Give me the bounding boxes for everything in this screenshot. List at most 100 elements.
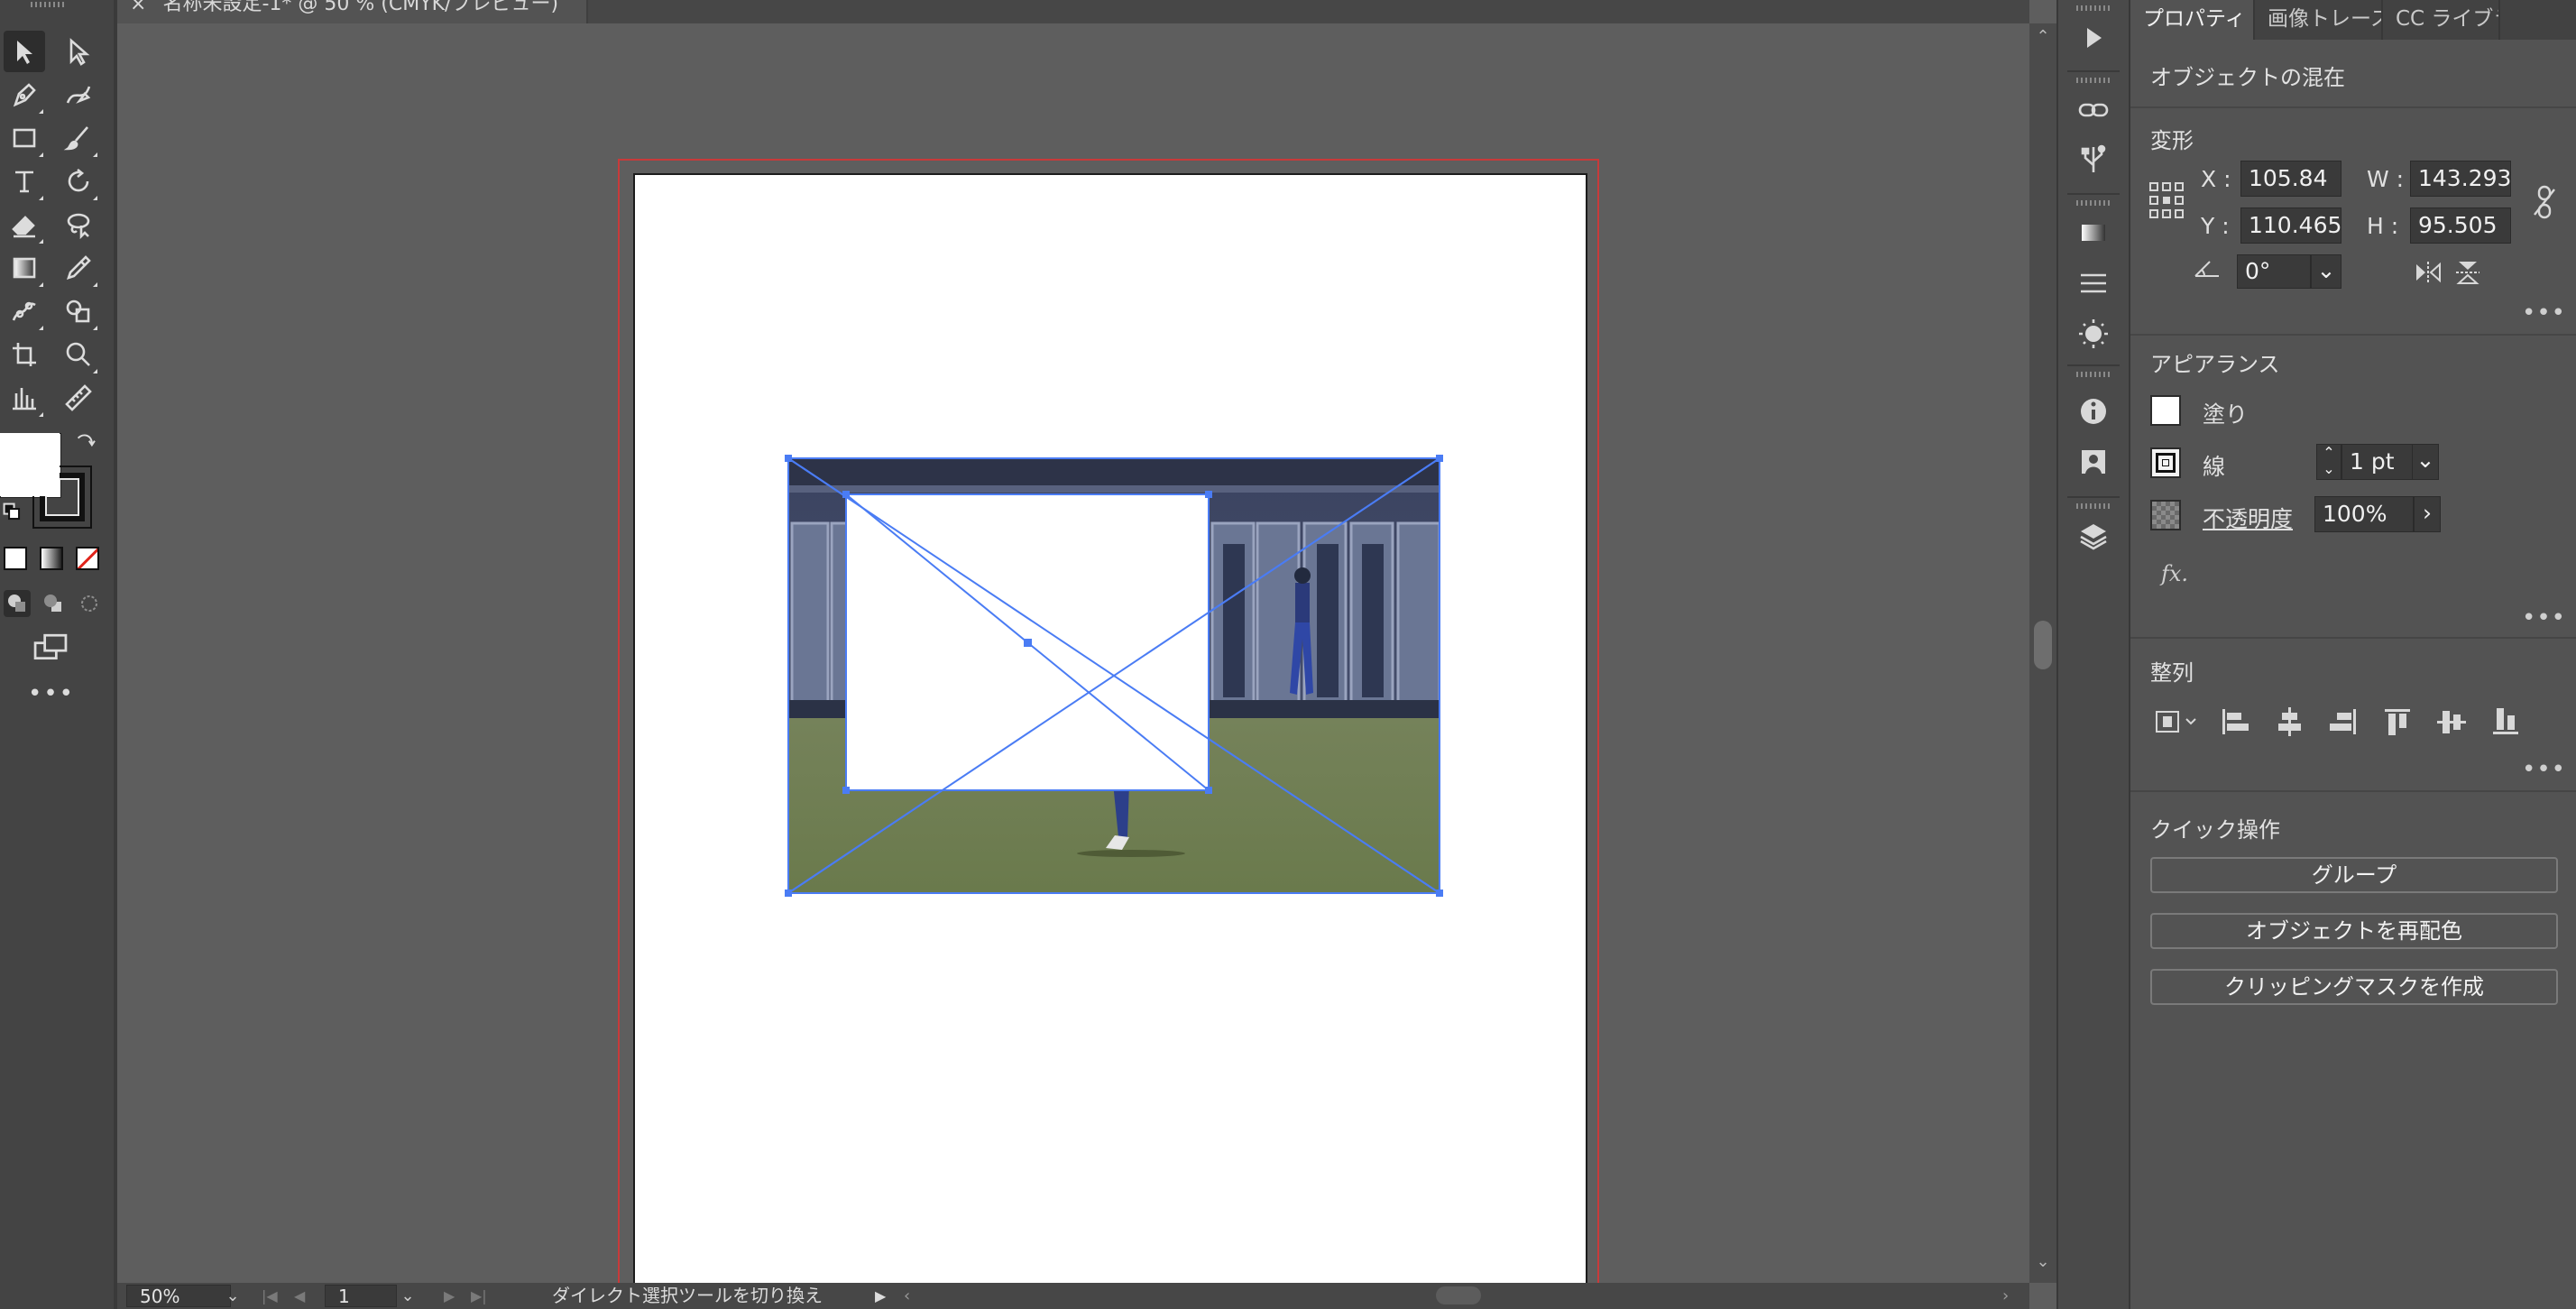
recolor-artwork-button[interactable]: オブジェクトを再配色 <box>2150 913 2558 949</box>
y-input[interactable]: 110.465 <box>2240 207 2341 244</box>
pen-tool-icon[interactable] <box>4 74 45 115</box>
rectangle-tool-icon[interactable] <box>4 117 45 159</box>
align-left-icon[interactable] <box>2219 705 2251 738</box>
make-clipping-mask-button[interactable]: クリッピングマスクを作成 <box>2150 969 2558 1005</box>
direct-selection-tool-icon[interactable] <box>58 31 99 72</box>
status-menu-icon[interactable]: ▶ <box>875 1283 886 1309</box>
graph-tool-icon[interactable] <box>4 377 45 419</box>
angle-input[interactable]: 0° <box>2237 254 2311 289</box>
tab-image-trace[interactable]: 画像トレース <box>2255 0 2383 40</box>
transform-more-icon[interactable]: ••• <box>2522 300 2566 327</box>
draw-inside-icon[interactable] <box>76 590 103 617</box>
h-input[interactable]: 95.505 <box>2410 207 2511 244</box>
flip-horizontal-icon[interactable] <box>2414 260 2443 285</box>
selection-tool-icon[interactable] <box>4 31 45 72</box>
paintbrush-tool-icon[interactable] <box>58 117 99 159</box>
close-document-icon[interactable]: × <box>130 0 146 15</box>
vertical-scroll-thumb[interactable] <box>2034 621 2052 669</box>
none-mode-button[interactable] <box>76 547 99 570</box>
stroke-label[interactable]: 線 <box>2203 449 2225 482</box>
scroll-down-icon[interactable]: ⌄ <box>2029 1252 2056 1271</box>
last-artboard-icon[interactable]: ▶| <box>471 1283 487 1309</box>
scroll-up-icon[interactable]: ⌃ <box>2029 27 2056 46</box>
draw-behind-icon[interactable] <box>40 590 67 617</box>
layers-icon[interactable] <box>2074 516 2113 556</box>
screen-mode-icon[interactable] <box>27 628 74 668</box>
group-button[interactable]: グループ <box>2150 857 2558 893</box>
rotate-tool-icon[interactable] <box>58 161 99 202</box>
w-input[interactable]: 143.293 <box>2410 161 2511 197</box>
stroke-weight-dropdown-icon[interactable]: ⌄ <box>2412 444 2439 480</box>
dock-grip[interactable] <box>2076 5 2111 11</box>
more-tools-icon[interactable]: ••• <box>27 682 76 705</box>
eraser-tool-icon[interactable] <box>4 204 45 245</box>
type-tool-icon[interactable] <box>4 161 45 202</box>
dock-grip-5[interactable] <box>2076 503 2111 509</box>
horizontal-scroll-thumb[interactable] <box>1436 1286 1481 1304</box>
color-mode-button[interactable] <box>4 547 27 570</box>
artboard-tool-icon[interactable] <box>4 334 45 375</box>
flip-vertical-icon[interactable] <box>2453 260 2482 285</box>
curvature-tool-icon[interactable] <box>58 74 99 115</box>
tab-cc-libraries[interactable]: CC ライブラリ <box>2383 0 2500 40</box>
lasso-tool-icon[interactable] <box>58 204 99 245</box>
stroke-weight-input[interactable]: 1 pt <box>2341 444 2415 480</box>
opacity-input[interactable]: 100% <box>2314 496 2414 532</box>
gradient-tool-icon[interactable] <box>4 247 45 289</box>
usb-icon[interactable] <box>2074 139 2113 179</box>
constrain-proportions-icon[interactable] <box>2531 184 2558 220</box>
opacity-expand-icon[interactable]: › <box>2414 496 2441 532</box>
image-icon[interactable] <box>2074 442 2113 482</box>
x-input[interactable]: 105.84 <box>2240 161 2341 197</box>
gradient-mode-button[interactable] <box>40 547 63 570</box>
tab-properties[interactable]: プロパティ <box>2130 0 2255 40</box>
dock-grip-2[interactable] <box>2076 78 2111 83</box>
align-top-icon[interactable] <box>2381 705 2414 738</box>
selection-type-label: オブジェクトの混在 <box>2150 65 2345 90</box>
align-right-icon[interactable] <box>2327 705 2360 738</box>
swap-fill-stroke-icon[interactable] <box>70 428 101 458</box>
align-horizontal-center-icon[interactable] <box>2273 705 2305 738</box>
link-icon[interactable] <box>2074 90 2113 130</box>
next-artboard-icon[interactable]: ▶ <box>444 1283 455 1309</box>
opacity-label[interactable]: 不透明度 <box>2203 502 2293 534</box>
angle-dropdown-icon[interactable]: ⌄ <box>2311 254 2341 289</box>
scroll-right-icon[interactable]: › <box>2002 1283 2009 1309</box>
dock-grip-3[interactable] <box>2076 200 2111 206</box>
play-icon[interactable] <box>2074 18 2113 58</box>
default-fill-stroke-icon[interactable] <box>0 500 25 525</box>
info-icon[interactable] <box>2074 392 2113 431</box>
stroke-icon[interactable] <box>2074 263 2113 303</box>
measure-tool-icon[interactable] <box>58 377 99 419</box>
eyedropper-tool-icon[interactable] <box>58 247 99 289</box>
fx-button[interactable]: fx. <box>2161 561 2188 586</box>
align-vertical-center-icon[interactable] <box>2435 705 2468 738</box>
document-tab[interactable]: × 名称未設定-1* @ 50 % (CMYK/プレビュー) <box>117 0 588 23</box>
vertical-scrollbar[interactable]: ⌃ ⌄ <box>2029 23 2056 1283</box>
reference-point-icon[interactable] <box>2148 180 2185 220</box>
scroll-left-icon[interactable]: ‹ <box>904 1283 910 1309</box>
dock-grip-4[interactable] <box>2076 372 2111 377</box>
align-to-selection-icon[interactable] <box>2154 705 2201 738</box>
align-bottom-icon[interactable] <box>2489 705 2522 738</box>
stroke-weight-stepper-icon[interactable]: ⌃ ⌄ <box>2316 444 2341 480</box>
artboard-number-field[interactable]: 1 <box>325 1285 397 1307</box>
toolbar-grip[interactable] <box>31 2 67 7</box>
gradient-icon[interactable] <box>2074 213 2113 253</box>
fill-color-swatch[interactable] <box>2150 395 2181 426</box>
artboard-dropdown-icon[interactable]: ⌄ <box>397 1283 419 1309</box>
prev-artboard-icon[interactable]: ◀ <box>294 1283 305 1309</box>
zoom-dropdown-icon[interactable]: ⌄ <box>222 1283 244 1309</box>
white-rectangle[interactable] <box>842 491 1212 794</box>
shape-builder-tool-icon[interactable] <box>58 290 99 332</box>
brightness-icon[interactable] <box>2074 314 2113 354</box>
align-more-icon[interactable]: ••• <box>2522 756 2566 783</box>
fill-swatch-front[interactable] <box>0 433 60 496</box>
puppet-warp-tool-icon[interactable] <box>4 290 45 332</box>
draw-normal-icon[interactable] <box>4 590 31 617</box>
appearance-more-icon[interactable]: ••• <box>2522 604 2566 631</box>
stroke-color-swatch[interactable] <box>2150 447 2181 478</box>
first-artboard-icon[interactable]: |◀ <box>262 1283 278 1309</box>
zoom-field[interactable]: 50% <box>126 1285 231 1307</box>
zoom-tool-icon[interactable] <box>58 334 99 375</box>
